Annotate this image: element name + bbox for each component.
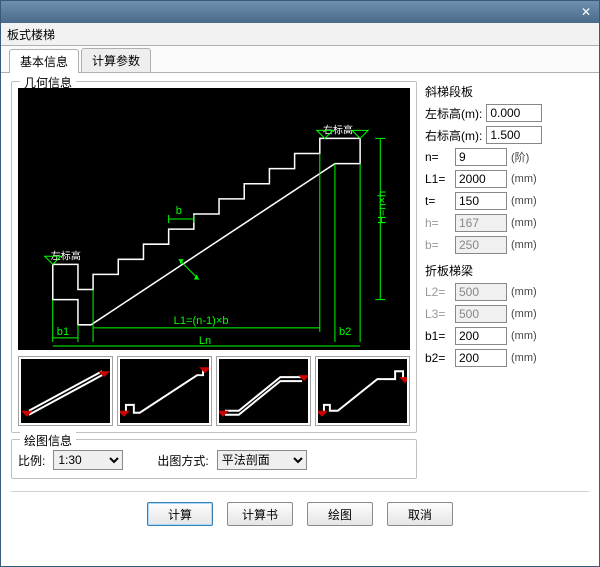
- stair-type-3[interactable]: [216, 356, 311, 426]
- app-title-text: 板式楼梯: [7, 26, 55, 43]
- tab-calc[interactable]: 计算参数: [81, 48, 151, 72]
- right-elev-label: 右标高(m):: [425, 127, 482, 144]
- scale-select[interactable]: 1:30: [53, 450, 123, 470]
- group-draw: 绘图信息 比例: 1:30 出图方式: 平法剖面: [11, 439, 417, 479]
- L2-unit: (mm): [511, 286, 537, 298]
- stair-diagram: 左标高 右标高 b: [18, 88, 410, 350]
- L1-label: L1=: [425, 172, 451, 186]
- left-elev-label: 左标高(m):: [425, 105, 482, 122]
- group-draw-legend: 绘图信息: [20, 432, 76, 449]
- plot-button[interactable]: 绘图: [307, 502, 373, 526]
- t-unit: (mm): [511, 195, 537, 207]
- b1-input[interactable]: [455, 327, 507, 345]
- dialog-window: ✕ 板式楼梯 基本信息 计算参数 几何信息 左标高 右标高: [0, 0, 600, 567]
- tab-basic[interactable]: 基本信息: [9, 49, 79, 73]
- b-unit: (mm): [511, 239, 537, 251]
- t-input[interactable]: [455, 192, 507, 210]
- b-label: b=: [425, 238, 451, 252]
- calcbook-button[interactable]: 计算书: [227, 502, 293, 526]
- L2-label: L2=: [425, 285, 451, 299]
- close-icon[interactable]: ✕: [577, 4, 595, 20]
- stair-type-1[interactable]: [18, 356, 113, 426]
- cancel-button[interactable]: 取消: [387, 502, 453, 526]
- b-input: [455, 236, 507, 254]
- right-panel: 斜梯段板 左标高(m): 右标高(m): n= (阶) L1=: [425, 81, 589, 485]
- method-label: 出图方式:: [157, 452, 208, 469]
- stair-type-thumbs: [18, 356, 410, 426]
- diagram-H: H=n×h: [376, 191, 388, 224]
- titlebar: ✕: [1, 1, 599, 23]
- L2-input: [455, 283, 507, 301]
- beam-title: 折板梯梁: [425, 262, 589, 279]
- h-input: [455, 214, 507, 232]
- h-unit: (mm): [511, 217, 537, 229]
- n-unit: (阶): [511, 149, 529, 165]
- L1-unit: (mm): [511, 173, 537, 185]
- L3-input: [455, 305, 507, 323]
- L3-unit: (mm): [511, 308, 537, 320]
- stair-type-4[interactable]: [315, 356, 410, 426]
- diagram-L1: L1=(n-1)×b: [174, 315, 229, 327]
- n-label: n=: [425, 150, 451, 164]
- diagram-Ln: Ln: [199, 335, 211, 347]
- b2-label: b2=: [425, 351, 451, 365]
- diagram-b: b: [176, 205, 182, 217]
- dialog-body: 几何信息 左标高 右标高: [1, 73, 599, 536]
- b1-label: b1=: [425, 329, 451, 343]
- L1-input[interactable]: [455, 170, 507, 188]
- calc-button[interactable]: 计算: [147, 502, 213, 526]
- left-elev-input[interactable]: [486, 104, 542, 122]
- right-elev-input[interactable]: [486, 126, 542, 144]
- diagram-b2: b2: [339, 326, 351, 338]
- tab-strip: 基本信息 计算参数: [1, 46, 599, 73]
- b2-input[interactable]: [455, 349, 507, 367]
- method-select[interactable]: 平法剖面: [217, 450, 307, 470]
- scale-label: 比例:: [18, 452, 45, 469]
- b2-unit: (mm): [511, 352, 537, 364]
- slope-title: 斜梯段板: [425, 83, 589, 100]
- button-row: 计算 计算书 绘图 取消: [11, 491, 589, 536]
- h-label: h=: [425, 216, 451, 230]
- stair-type-2[interactable]: [117, 356, 212, 426]
- b1-unit: (mm): [511, 330, 537, 342]
- L3-label: L3=: [425, 307, 451, 321]
- group-geometry: 几何信息 左标高 右标高: [11, 81, 417, 433]
- diagram-b1: b1: [57, 326, 69, 338]
- n-input[interactable]: [455, 148, 507, 166]
- t-label: t=: [425, 194, 451, 208]
- app-title: 板式楼梯: [1, 23, 599, 46]
